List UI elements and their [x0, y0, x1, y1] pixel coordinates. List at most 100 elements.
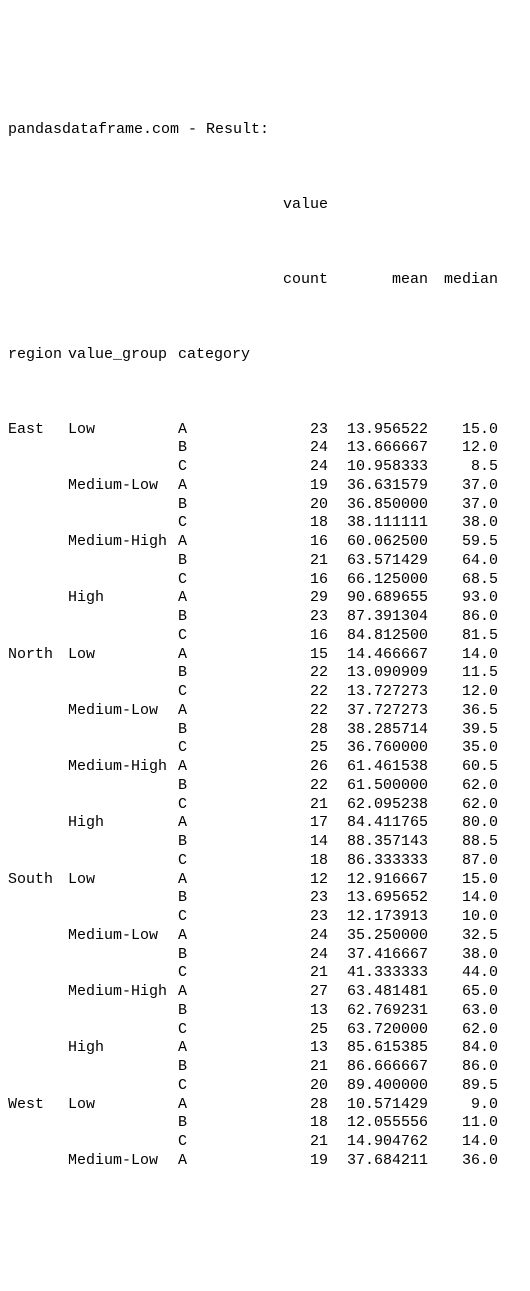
table-row: C2089.40000089.5 — [8, 1077, 522, 1096]
cell-mean: 10.958333 — [328, 458, 428, 477]
cell-region — [8, 721, 68, 740]
cell-value_group — [68, 1002, 178, 1021]
cell-category: C — [178, 796, 258, 815]
cell-median: 37.0 — [428, 496, 498, 515]
cell-count: 21 — [258, 552, 328, 571]
cell-region — [8, 627, 68, 646]
table-row: C1838.11111138.0 — [8, 514, 522, 533]
cell-region — [8, 664, 68, 683]
cell-region: South — [8, 871, 68, 890]
cell-value_group — [68, 833, 178, 852]
cell-value_group: Medium-Low — [68, 477, 178, 496]
cell-median: 81.5 — [428, 627, 498, 646]
cell-category: A — [178, 983, 258, 1002]
cell-category: C — [178, 1021, 258, 1040]
cell-mean: 87.391304 — [328, 608, 428, 627]
cell-mean: 63.720000 — [328, 1021, 428, 1040]
cell-region — [8, 758, 68, 777]
cell-category: C — [178, 627, 258, 646]
header-mean-top — [328, 196, 428, 215]
cell-count: 24 — [258, 439, 328, 458]
cell-category: B — [178, 721, 258, 740]
cell-mean: 84.812500 — [328, 627, 428, 646]
cell-count: 24 — [258, 927, 328, 946]
header-mean: mean — [328, 271, 428, 290]
cell-region: East — [8, 421, 68, 440]
cell-value_group — [68, 777, 178, 796]
table-row: C2114.90476214.0 — [8, 1133, 522, 1152]
cell-mean: 60.062500 — [328, 533, 428, 552]
cell-category: A — [178, 646, 258, 665]
cell-count: 16 — [258, 533, 328, 552]
cell-count: 18 — [258, 514, 328, 533]
table-row: B2437.41666738.0 — [8, 946, 522, 965]
cell-count: 13 — [258, 1039, 328, 1058]
cell-category: C — [178, 1077, 258, 1096]
cell-mean: 13.956522 — [328, 421, 428, 440]
cell-median: 68.5 — [428, 571, 498, 590]
cell-median: 93.0 — [428, 589, 498, 608]
cell-median: 32.5 — [428, 927, 498, 946]
cell-mean: 41.333333 — [328, 964, 428, 983]
cell-count: 28 — [258, 721, 328, 740]
cell-median: 89.5 — [428, 1077, 498, 1096]
cell-mean: 66.125000 — [328, 571, 428, 590]
cell-category: A — [178, 1039, 258, 1058]
cell-median: 35.0 — [428, 739, 498, 758]
table-row: B2413.66666712.0 — [8, 439, 522, 458]
cell-mean: 13.727273 — [328, 683, 428, 702]
cell-region — [8, 683, 68, 702]
cell-value_group — [68, 439, 178, 458]
cell-category: B — [178, 777, 258, 796]
cell-median: 11.0 — [428, 1114, 498, 1133]
table-row: C2410.9583338.5 — [8, 458, 522, 477]
cell-value_group — [68, 552, 178, 571]
table-row: B1812.05555611.0 — [8, 1114, 522, 1133]
cell-count: 21 — [258, 1058, 328, 1077]
cell-value_group: Medium-High — [68, 983, 178, 1002]
cell-count: 23 — [258, 889, 328, 908]
cell-count: 16 — [258, 627, 328, 646]
cell-count: 23 — [258, 421, 328, 440]
cell-region — [8, 514, 68, 533]
cell-median: 38.0 — [428, 514, 498, 533]
cell-median: 38.0 — [428, 946, 498, 965]
cell-count: 19 — [258, 477, 328, 496]
cell-category: A — [178, 702, 258, 721]
table-row: WestLowA2810.5714299.0 — [8, 1096, 522, 1115]
cell-median: 36.5 — [428, 702, 498, 721]
cell-mean: 88.357143 — [328, 833, 428, 852]
cell-median: 10.0 — [428, 908, 498, 927]
table-row: SouthLowA1212.91666715.0 — [8, 871, 522, 890]
cell-median: 86.0 — [428, 608, 498, 627]
cell-value_group — [68, 739, 178, 758]
cell-region — [8, 946, 68, 965]
cell-value_group: Medium-High — [68, 533, 178, 552]
cell-category: A — [178, 1096, 258, 1115]
cell-count: 23 — [258, 908, 328, 927]
cell-mean: 36.850000 — [328, 496, 428, 515]
cell-count: 14 — [258, 833, 328, 852]
cell-region — [8, 927, 68, 946]
cell-mean: 12.916667 — [328, 871, 428, 890]
cell-count: 24 — [258, 946, 328, 965]
cell-count: 20 — [258, 496, 328, 515]
cell-median: 39.5 — [428, 721, 498, 740]
cell-value_group — [68, 1077, 178, 1096]
index-blank-median — [428, 346, 498, 365]
cell-category: C — [178, 964, 258, 983]
index-name-region: region — [8, 346, 68, 365]
cell-region — [8, 458, 68, 477]
cell-median: 12.0 — [428, 439, 498, 458]
header-row-1: value — [8, 196, 522, 215]
cell-category: A — [178, 1152, 258, 1171]
table-row: C1684.81250081.5 — [8, 627, 522, 646]
cell-count: 27 — [258, 983, 328, 1002]
cell-region — [8, 833, 68, 852]
cell-value_group — [68, 571, 178, 590]
cell-value_group: Medium-Low — [68, 1152, 178, 1171]
cell-category: A — [178, 421, 258, 440]
table-row: C1886.33333387.0 — [8, 852, 522, 871]
cell-value_group — [68, 852, 178, 871]
cell-region — [8, 1021, 68, 1040]
